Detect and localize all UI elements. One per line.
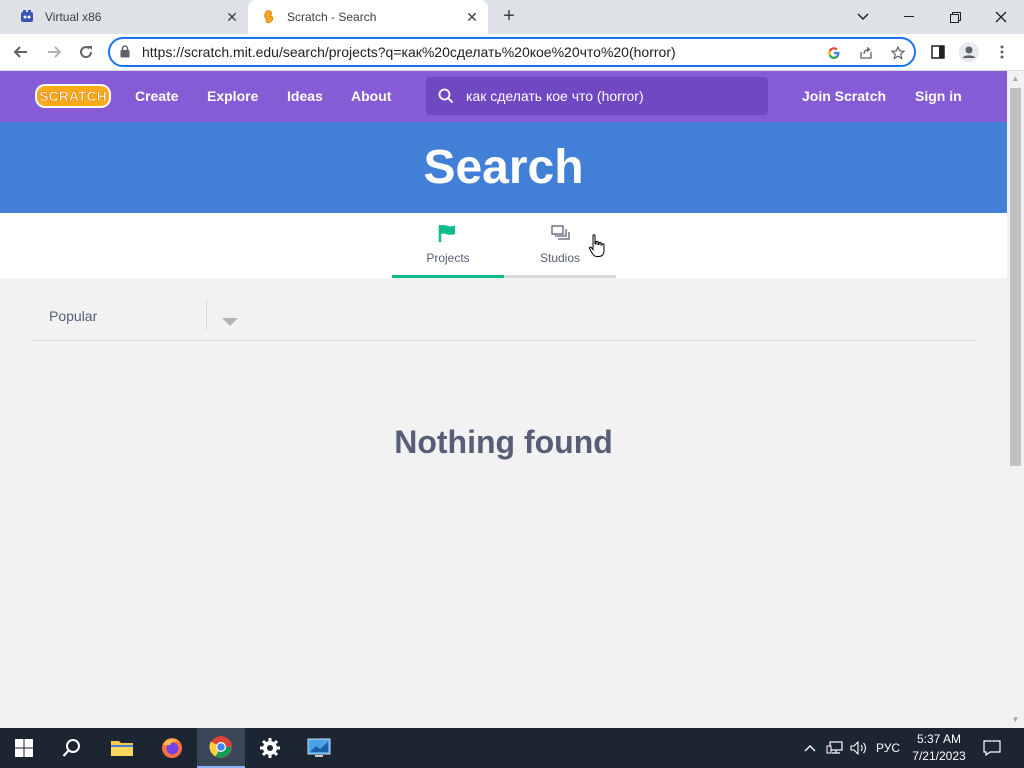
virtualx86-icon [19, 9, 35, 25]
hand-cursor-icon [588, 234, 606, 263]
minimize-button[interactable] [886, 0, 932, 34]
page-scrollbar[interactable]: ▲ ▼ [1007, 71, 1024, 728]
search-type-tabs: Projects Studios [0, 213, 1007, 278]
scroll-down-arrow-icon[interactable]: ▼ [1011, 715, 1020, 724]
new-tab-button[interactable]: + [498, 6, 520, 28]
nav-ideas-link[interactable]: Ideas [287, 88, 323, 104]
nav-explore-link[interactable]: Explore [207, 88, 258, 104]
restore-button[interactable] [932, 0, 978, 34]
caret-down-icon[interactable] [222, 313, 238, 331]
close-tab-icon[interactable]: ✕ [464, 9, 480, 25]
address-bar[interactable]: https://scratch.mit.edu/search/projects?… [108, 37, 916, 67]
close-window-button[interactable] [978, 0, 1024, 34]
taskbar-search-icon[interactable] [48, 728, 96, 768]
profile-avatar-icon[interactable] [956, 39, 982, 65]
nav-create-link[interactable]: Create [135, 88, 179, 104]
firefox-icon[interactable] [148, 728, 196, 768]
tab-projects-label: Projects [426, 251, 470, 265]
notifications-icon[interactable] [980, 728, 1004, 768]
tab-projects[interactable]: Projects [392, 213, 504, 278]
scratch-search-input[interactable]: как сделать кое что (horror) [426, 77, 768, 115]
sort-selected-value[interactable]: Popular [49, 308, 97, 324]
show-hidden-icons-chevron-icon[interactable] [800, 728, 820, 768]
scratch-logo[interactable]: SCRATCH [34, 82, 112, 110]
file-explorer-icon[interactable] [98, 728, 146, 768]
chrome-taskbar-icon[interactable] [197, 728, 245, 768]
chrome-menu-icon[interactable] [989, 39, 1015, 65]
back-button[interactable] [8, 39, 34, 65]
google-icon[interactable] [824, 43, 844, 63]
clock-time: 5:37 AM [916, 732, 962, 746]
sign-in-link[interactable]: Sign in [915, 88, 962, 104]
windows-taskbar: РУС 5:37 AM 7/21/2023 [0, 728, 1024, 768]
side-panel-icon[interactable] [925, 39, 951, 65]
sort-bar: Popular [33, 298, 975, 341]
browser-tab-title: Scratch - Search [287, 10, 377, 24]
keyboard-language-indicator[interactable]: РУС [873, 728, 903, 768]
tab-search-chevron-icon[interactable] [840, 0, 886, 34]
page-title: Search [423, 141, 584, 194]
close-tab-icon[interactable]: ✕ [224, 9, 240, 25]
empty-results-message: Nothing found [394, 424, 613, 460]
url-text[interactable]: https://scratch.mit.edu/search/projects?… [142, 44, 676, 60]
nav-about-link[interactable]: About [351, 88, 391, 104]
browser-toolbar: https://scratch.mit.edu/search/projects?… [0, 34, 1024, 71]
scratch-icon [261, 9, 277, 25]
browser-tab-virtual-x86[interactable]: Virtual x86 ✕ [0, 0, 248, 34]
taskbar-clock[interactable]: 5:37 AM 7/21/2023 [904, 731, 974, 765]
remote-desktop-icon[interactable] [295, 728, 343, 768]
studios-icon [550, 223, 570, 243]
search-banner: Search [0, 122, 1007, 213]
flag-icon [438, 223, 458, 243]
settings-gear-icon[interactable] [246, 728, 294, 768]
network-icon[interactable] [824, 728, 846, 768]
scroll-up-arrow-icon[interactable]: ▲ [1011, 74, 1020, 83]
svg-text:SCRATCH: SCRATCH [39, 88, 106, 104]
clock-date: 7/21/2023 [912, 749, 966, 763]
bookmark-star-icon[interactable] [888, 43, 908, 63]
sort-divider [206, 300, 207, 330]
browser-tab-strip: Virtual x86 ✕ Scratch - Search ✕ + [0, 0, 1024, 34]
lock-icon[interactable] [120, 45, 130, 63]
sort-dropdown[interactable]: Popular [33, 298, 243, 332]
join-scratch-link[interactable]: Join Scratch [802, 88, 886, 104]
search-icon [438, 88, 454, 109]
search-results-area: Popular Nothing found [0, 278, 1007, 728]
share-icon[interactable] [856, 43, 876, 63]
scrollbar-thumb[interactable] [1010, 88, 1021, 466]
forward-button[interactable] [41, 39, 67, 65]
browser-tab-scratch-search[interactable]: Scratch - Search ✕ [248, 0, 488, 34]
scratch-navbar: SCRATCH Create Explore Ideas About как с… [0, 71, 1007, 122]
search-query-text[interactable]: как сделать кое что (horror) [466, 88, 644, 104]
volume-icon[interactable] [848, 728, 870, 768]
browser-tab-title: Virtual x86 [45, 10, 102, 24]
reload-button[interactable] [73, 39, 99, 65]
start-button[interactable] [0, 728, 48, 768]
